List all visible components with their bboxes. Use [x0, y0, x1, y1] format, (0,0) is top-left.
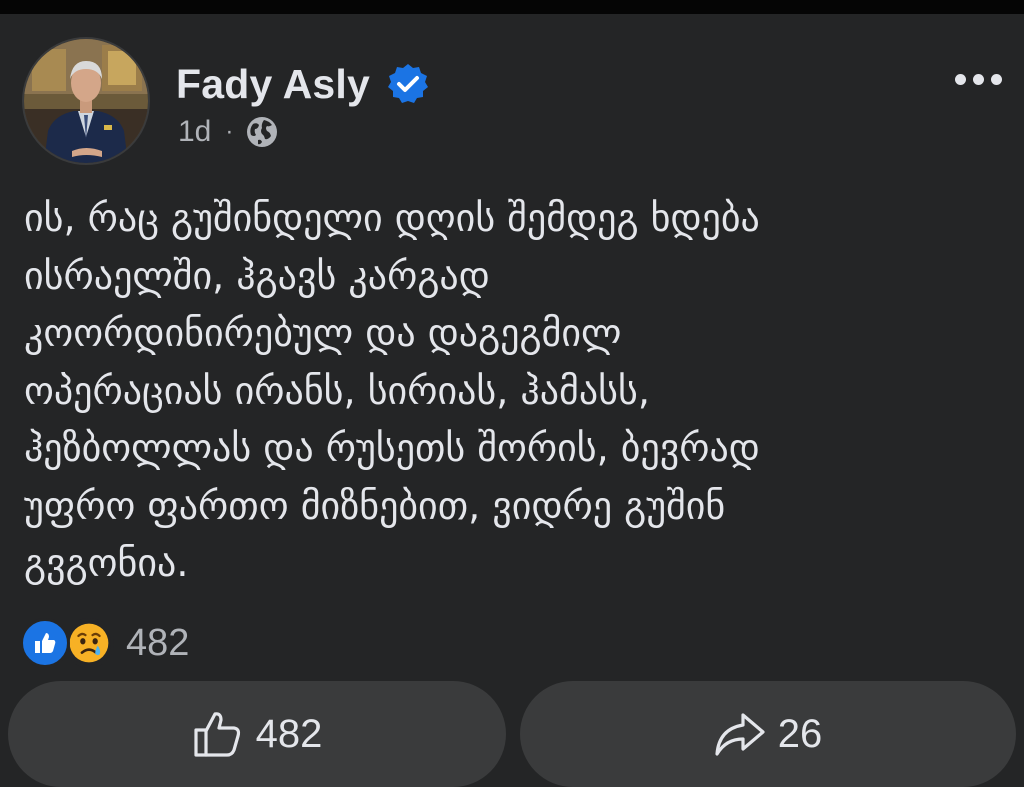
reaction-count: 482	[126, 621, 190, 664]
post-meta: 1d ·	[178, 112, 279, 152]
post-text: ის, რაც გუშინდელი დღის შემდეგ ხდება ისრა…	[24, 190, 1004, 593]
reactions-summary[interactable]: 482	[20, 617, 189, 669]
avatar-photo	[24, 39, 148, 163]
verified-badge-icon	[387, 64, 428, 103]
post-text-line: ისრაელში, ჰგავს კარგად	[24, 253, 490, 298]
top-status-strip	[0, 0, 1024, 14]
more-dot-icon	[990, 73, 1002, 85]
more-options-button[interactable]	[944, 58, 1012, 100]
more-dot-icon	[954, 73, 966, 85]
more-dot-icon	[972, 73, 984, 85]
author-name[interactable]: Fady Asly	[176, 61, 370, 108]
post-text-line: ჰეზბოლლას და რუსეთს შორის, ბევრად	[24, 426, 760, 470]
like-button[interactable]: 482	[8, 681, 506, 787]
like-reaction-icon	[20, 618, 70, 668]
meta-separator: ·	[225, 118, 234, 145]
post-text-line: გვგონია.	[24, 541, 189, 585]
post-text-line: კოორდინირებულ და დაგეგმილ	[24, 311, 622, 355]
author-row: Fady Asly	[176, 58, 430, 110]
post-timestamp[interactable]: 1d	[178, 115, 211, 149]
post-text-line: უფრო ფართო მიზნებით, ვიდრე გუშინ	[24, 483, 726, 528]
thumbs-up-icon	[194, 712, 240, 757]
post-text-line: ოპერაციას ირანს, სირიას, ჰამასს,	[24, 368, 650, 413]
share-button[interactable]: 26	[520, 681, 1016, 787]
like-count: 482	[255, 711, 323, 756]
share-count: 26	[777, 711, 823, 756]
globe-icon	[247, 117, 278, 147]
author-avatar[interactable]	[22, 37, 150, 165]
share-arrow-icon	[715, 713, 765, 756]
sad-reaction-icon	[64, 618, 114, 668]
post-text-line: ის, რაც გუშინდელი დღის შემდეგ ხდება	[24, 196, 760, 240]
